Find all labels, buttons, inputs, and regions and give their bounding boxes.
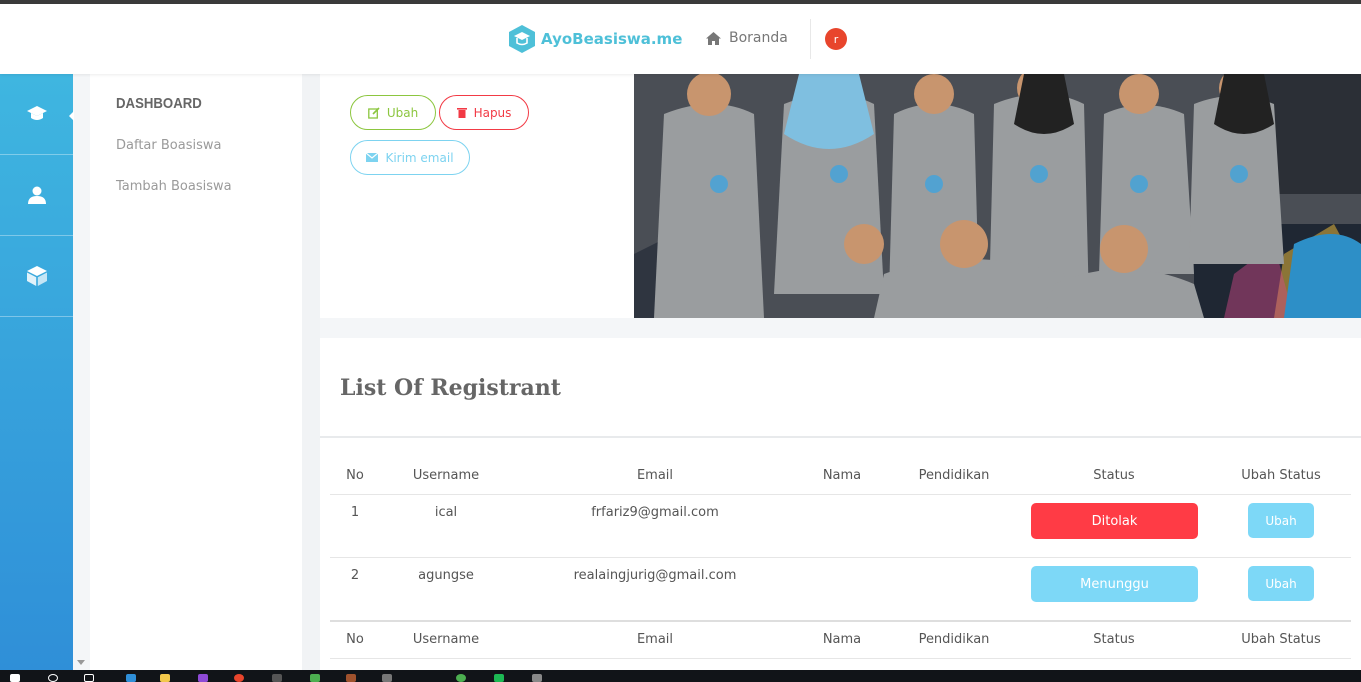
task-view-icon[interactable] — [84, 674, 94, 682]
col-footer-status: Status — [1093, 632, 1135, 647]
user-avatar[interactable]: r — [825, 28, 847, 50]
os-taskbar — [0, 670, 1361, 682]
app-icon[interactable] — [198, 674, 208, 682]
app-icon[interactable] — [272, 674, 282, 682]
registrant-list-header: List Of Registrant — [320, 338, 1361, 438]
app-icon[interactable] — [532, 674, 542, 682]
scholarship-actions-panel: Ubah Hapus Kirim email — [320, 74, 634, 318]
col-footer-nama: Nama — [822, 632, 862, 647]
group-photo-image — [634, 74, 1361, 318]
graduation-cap-logo-icon — [509, 25, 535, 53]
cell-no: 2 — [350, 568, 360, 583]
cube-icon — [26, 266, 47, 286]
home-icon — [706, 31, 721, 45]
sidebar-link-tambah-beasiswa[interactable]: Tambah Boasiswa — [116, 179, 232, 194]
edit-button-label: Ubah — [386, 105, 419, 120]
nav-divider — [810, 19, 811, 59]
app-icon[interactable] — [346, 674, 356, 682]
send-email-button-label: Kirim email — [385, 150, 454, 165]
cell-no: 1 — [350, 505, 360, 520]
edit-button[interactable]: Ubah — [350, 95, 436, 130]
row-divider — [330, 620, 1351, 622]
search-icon[interactable] — [48, 674, 58, 682]
edit-icon — [367, 106, 380, 119]
avatar-initial: r — [833, 32, 839, 46]
sidebar-item-cube[interactable] — [0, 236, 73, 317]
scholarship-photo — [634, 74, 1361, 318]
page-title: List Of Registrant — [340, 375, 561, 401]
col-header-ubah-status: Ubah Status — [1241, 468, 1321, 483]
nav-home-link[interactable]: Boranda — [706, 30, 788, 46]
dashboard-sidepanel: DASHBOARD Daftar Boasiswa Tambah Boasisw… — [77, 74, 314, 670]
cell-email: frfariz9@gmail.com — [591, 505, 719, 520]
delete-button-label: Hapus — [473, 105, 512, 120]
user-icon — [27, 186, 46, 204]
app-icon[interactable] — [494, 674, 504, 682]
sidebar-item-scholarship[interactable] — [0, 74, 73, 155]
content-gutter — [302, 74, 320, 670]
status-badge: Ditolak — [1031, 503, 1198, 539]
col-footer-email: Email — [636, 632, 674, 647]
change-status-button[interactable]: Ubah — [1248, 503, 1314, 538]
col-footer-ubah-status: Ubah Status — [1241, 632, 1321, 647]
col-footer-username: Username — [412, 632, 480, 647]
cell-username: ical — [434, 505, 458, 520]
trash-icon — [456, 108, 467, 118]
graduation-cap-icon — [26, 106, 47, 120]
scroll-down-arrow-icon[interactable] — [77, 660, 85, 665]
brand-name: AyoBeasiswa.me — [541, 30, 683, 48]
row-divider — [330, 494, 1351, 495]
col-footer-no: No — [346, 632, 364, 647]
send-email-button[interactable]: Kirim email — [350, 140, 470, 175]
registrant-table: No Username Email Nama Pendidikan Status… — [320, 438, 1361, 670]
chrome-icon[interactable] — [234, 674, 244, 682]
col-header-pendidikan: Pendidikan — [918, 468, 990, 483]
folder-icon[interactable] — [160, 674, 170, 682]
sidebar-link-daftar-beasiswa[interactable]: Daftar Boasiswa — [116, 138, 221, 153]
change-status-button[interactable]: Ubah — [1248, 566, 1314, 601]
browser-icon[interactable] — [126, 674, 136, 682]
windows-start-icon[interactable] — [10, 674, 20, 682]
row-divider — [330, 557, 1351, 558]
cell-username: agungse — [418, 568, 474, 583]
col-header-nama: Nama — [822, 468, 862, 483]
sidepanel-title: DASHBOARD — [116, 95, 202, 112]
app-icon[interactable] — [456, 674, 466, 682]
envelope-icon — [366, 153, 379, 162]
col-header-email: Email — [636, 468, 674, 483]
nav-home-label: Boranda — [729, 30, 788, 46]
col-header-status: Status — [1093, 468, 1135, 483]
app-icon[interactable] — [310, 674, 320, 682]
top-navbar: AyoBeasiswa.me Boranda r — [0, 4, 1361, 74]
brand-logo-link[interactable]: AyoBeasiswa.me — [508, 24, 682, 54]
sidebar-item-user[interactable] — [0, 155, 73, 236]
col-header-no: No — [346, 468, 364, 483]
icon-sidebar — [0, 74, 74, 670]
collapse-arrow-icon[interactable] — [69, 111, 74, 121]
status-badge: Menunggu — [1031, 566, 1198, 602]
col-header-username: Username — [412, 468, 480, 483]
row-divider — [330, 658, 1351, 659]
delete-button[interactable]: Hapus — [439, 95, 529, 130]
app-icon[interactable] — [382, 674, 392, 682]
cell-email: realaingjurig@gmail.com — [573, 568, 737, 583]
col-footer-pendidikan: Pendidikan — [918, 632, 990, 647]
